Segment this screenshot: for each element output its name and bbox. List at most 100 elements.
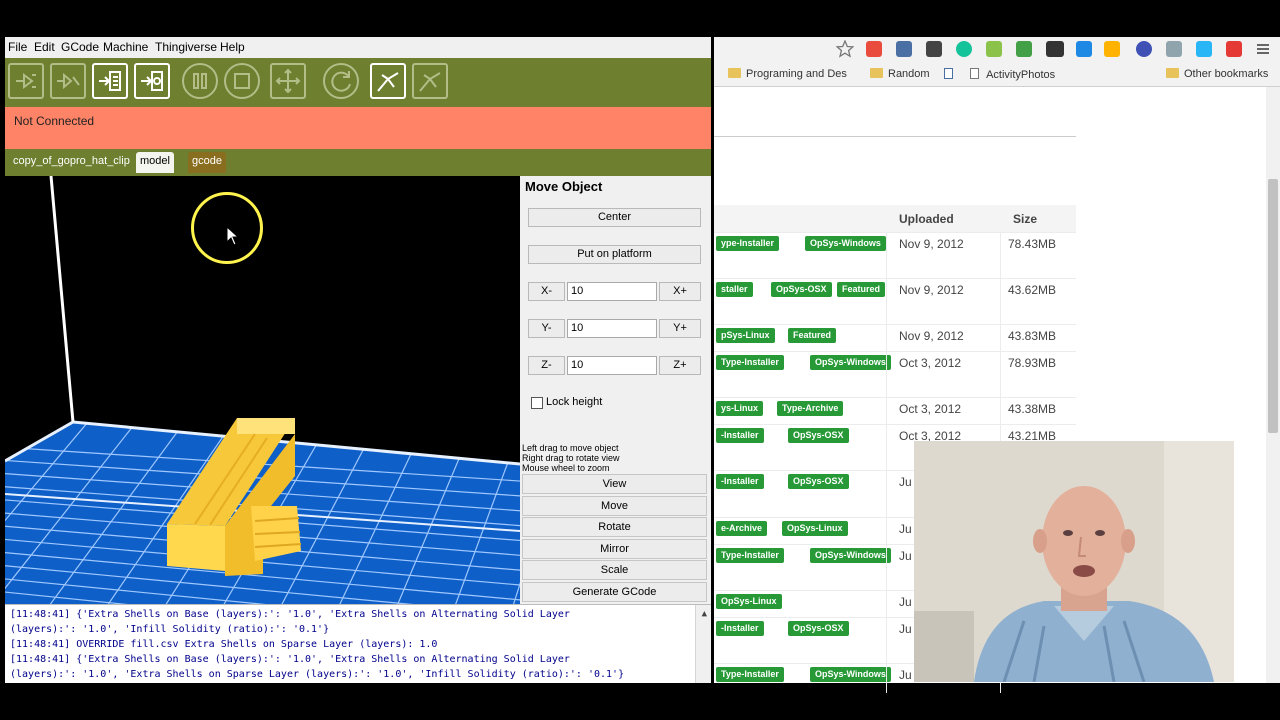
3d-viewport[interactable]	[5, 176, 520, 604]
move-axes-button[interactable]	[270, 63, 306, 99]
tag-badge[interactable]: Type-Installer	[716, 548, 784, 563]
extension-grammarly-icon[interactable]	[956, 41, 972, 57]
x-plus-button[interactable]: X+	[659, 282, 701, 301]
extension-gift-icon[interactable]	[866, 41, 882, 57]
extension-k-icon[interactable]	[1136, 41, 1152, 57]
divider	[714, 136, 1076, 137]
scrollbar-thumb[interactable]	[1268, 179, 1278, 433]
x-step-field[interactable]: 10	[567, 282, 657, 301]
menu-thingiverse[interactable]: Thingiverse	[155, 40, 217, 54]
column-divider	[1000, 233, 1001, 278]
menu-machine[interactable]: Machine	[103, 40, 148, 54]
y-plus-button[interactable]: Y+	[659, 319, 701, 338]
menu-gcode[interactable]: GCode	[61, 40, 99, 54]
tag-badge[interactable]: OpSys-Windows	[810, 667, 891, 682]
z-step-field[interactable]: 10	[567, 356, 657, 375]
tag-badge[interactable]: OpSys-OSX	[771, 282, 832, 297]
extension-film-icon[interactable]	[926, 41, 942, 57]
extension-download-icon[interactable]	[1226, 41, 1242, 57]
tab-model[interactable]: model	[136, 152, 174, 173]
stop-button[interactable]	[224, 63, 260, 99]
list-page-icon	[944, 68, 953, 79]
mirror-button[interactable]: Mirror	[522, 539, 707, 559]
y-minus-button[interactable]: Y-	[528, 319, 565, 338]
bookmark-other[interactable]: Other bookmarks	[1166, 68, 1268, 80]
put-on-platform-button[interactable]: Put on platform	[528, 245, 701, 264]
connect-button[interactable]	[8, 63, 44, 99]
extension-box-icon[interactable]	[1166, 41, 1182, 57]
extension-puzzle-icon[interactable]	[986, 41, 1002, 57]
disconnect-button[interactable]	[50, 63, 86, 99]
tag-badge[interactable]: OpSys-Windows	[810, 355, 891, 370]
bookmark-activityphotos[interactable]: ActivityPhotos	[970, 68, 1055, 81]
tag-badge[interactable]: e-Archive	[716, 521, 768, 536]
load-file-button[interactable]	[92, 63, 128, 99]
tag-badge[interactable]: OpSys-OSX	[788, 428, 849, 443]
tag-badge[interactable]: Featured	[837, 282, 886, 297]
extension-ct-icon[interactable]	[1046, 41, 1064, 57]
tag-badge[interactable]: OpSys-Linux	[716, 594, 782, 609]
table-row[interactable]: ype-Installer OpSys-Windows Nov 9, 2012 78.…	[714, 232, 1076, 278]
z-plus-button[interactable]: Z+	[659, 356, 701, 375]
tag-badge[interactable]: OpSys-OSX	[788, 621, 849, 636]
log-console[interactable]: [11:48:41] {'Extra Shells on Base (layer…	[5, 604, 711, 683]
build-plate-scene[interactable]	[5, 176, 520, 604]
x-minus-button[interactable]: X-	[528, 282, 565, 301]
tag-badge[interactable]: -Installer	[716, 428, 764, 443]
tag-badge[interactable]: ys-Linux	[716, 401, 764, 416]
extension-tool-icon[interactable]	[896, 41, 912, 57]
column-divider	[886, 398, 887, 424]
move-button[interactable]: Move	[522, 496, 707, 516]
tab-file-name[interactable]: copy_of_gopro_hat_clip	[9, 152, 134, 173]
chrome-menu-icon[interactable]	[1256, 42, 1270, 56]
tag-badge[interactable]: Type-Archive	[777, 401, 844, 416]
tag-badge[interactable]: -Installer	[716, 621, 764, 636]
menu-edit[interactable]: Edit	[34, 40, 55, 54]
tab-gcode[interactable]: gcode	[188, 152, 226, 173]
center-button[interactable]: Center	[528, 208, 701, 227]
console-scrollbar[interactable]: ▲	[695, 605, 711, 683]
table-row[interactable]: staller OpSys-OSX Featured Nov 9, 2012 43.62…	[714, 278, 1076, 324]
tag-badge[interactable]: OpSys-Windows	[810, 548, 891, 563]
uploaded-cell: Ju	[899, 522, 912, 536]
reset-button[interactable]	[323, 63, 359, 99]
page-scrollbar[interactable]	[1266, 87, 1280, 683]
tag-badge[interactable]: pSys-Linux	[716, 328, 775, 343]
scale-button[interactable]: Scale	[522, 560, 707, 580]
menu-file[interactable]: File	[8, 40, 27, 54]
pause-button[interactable]	[182, 63, 218, 99]
lock-height-checkbox[interactable]	[531, 397, 543, 409]
tag-badge[interactable]: staller	[716, 282, 753, 297]
plater-button[interactable]	[370, 63, 406, 99]
extension-image-icon[interactable]	[1016, 41, 1032, 57]
bookmark-star-icon[interactable]	[836, 40, 854, 58]
tag-badge[interactable]: OpSys-OSX	[788, 474, 849, 489]
slice-button[interactable]	[412, 63, 448, 99]
tag-badge[interactable]: Type-Installer	[716, 355, 784, 370]
tag-badge[interactable]: -Installer	[716, 474, 764, 489]
extension-pen-icon[interactable]	[1196, 41, 1212, 57]
bookmark-programing[interactable]: Programing and Des	[728, 68, 847, 80]
tag-badge[interactable]: OpSys-Windows	[805, 236, 886, 251]
tag-badge[interactable]: Type-Installer	[716, 667, 784, 682]
uploaded-cell: Ju	[899, 622, 912, 636]
bookmark-list[interactable]	[944, 68, 953, 81]
rotate-button[interactable]: Rotate	[522, 517, 707, 537]
z-minus-button[interactable]: Z-	[528, 356, 565, 375]
tag-badge[interactable]: ype-Installer	[716, 236, 780, 251]
size-cell: 43.62MB	[1008, 283, 1057, 297]
view-button[interactable]: View	[522, 474, 707, 494]
table-row[interactable]: pSys-Linux Featured Nov 9, 2012 43.83MB	[714, 324, 1076, 351]
table-row[interactable]: ys-Linux Type-Archive Oct 3, 2012 43.38MB	[714, 397, 1076, 424]
table-row[interactable]: Type-Installer OpSys-Windows Oct 3, 2012 78…	[714, 351, 1076, 397]
y-step-field[interactable]: 10	[567, 319, 657, 338]
scroll-up-icon[interactable]: ▲	[702, 609, 707, 619]
extension-new-icon[interactable]	[1104, 41, 1120, 57]
tag-badge[interactable]: OpSys-Linux	[782, 521, 848, 536]
tag-badge[interactable]: Featured	[788, 328, 837, 343]
menu-help[interactable]: Help	[220, 40, 245, 54]
sd-card-button[interactable]	[134, 63, 170, 99]
extension-heart-icon[interactable]	[1076, 41, 1092, 57]
generate-gcode-button[interactable]: Generate GCode	[522, 582, 707, 602]
bookmark-random[interactable]: Random	[870, 68, 930, 80]
